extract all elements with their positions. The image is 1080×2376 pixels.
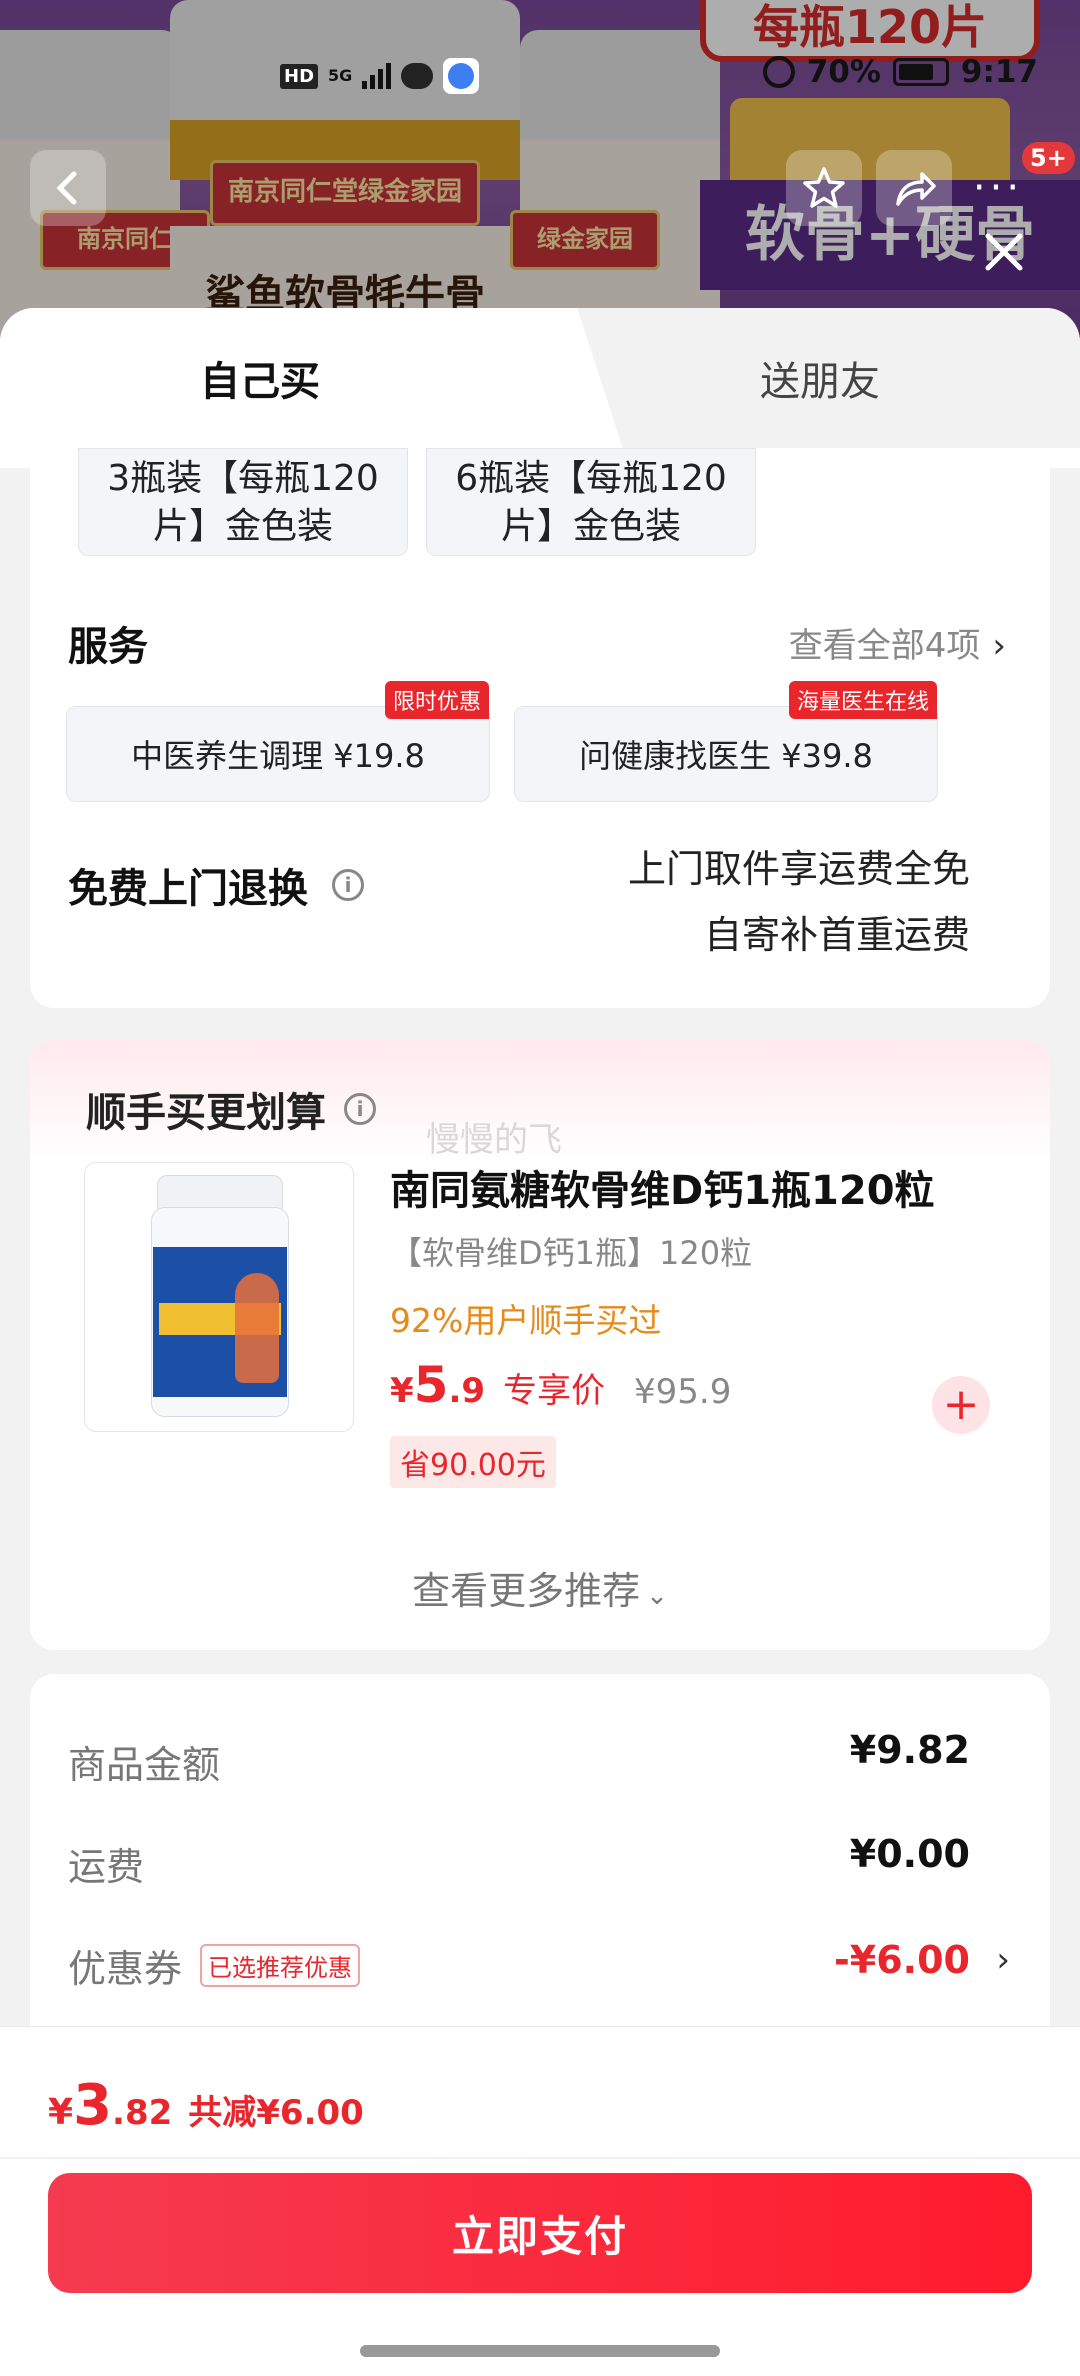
shipping-label: 运费 [68,1845,145,1889]
bought-together-rate: 92%用户顺手买过 [390,1301,662,1340]
service-label: 问健康找医生 ¥39.8 [579,737,873,775]
home-indicator[interactable] [360,2345,720,2357]
chevron-down-icon: ⌄ [646,1581,668,1611]
checkout-bar: ¥ 3 .82 共减¥6.00 立即支付 [0,2026,1080,2376]
network-5g-icon: 5G [328,66,353,85]
service-ask-doctor[interactable]: 问健康找医生 ¥39.8 海量医生在线 [514,681,938,802]
product-spec: 【软骨维D钙1瓶】120粒 [390,1234,753,1272]
hd-icon: HD [280,63,319,89]
spec-option-label: 6瓶装【每瓶120 [455,458,727,499]
notification-badge: 5+ [1022,142,1075,174]
star-icon [803,167,845,208]
service-tcm-wellness[interactable]: 中医养生调理 ¥19.8 限时优惠 [66,681,490,802]
coupon-value[interactable]: -¥6.00 [834,1938,970,1982]
plus-icon: + [942,1379,980,1430]
original-price: ¥95.9 [634,1372,732,1412]
total-saved: 共减¥6.00 [188,2093,364,2133]
exclusive-price: ¥ 5 .9 专享价 [390,1356,605,1414]
app-notification-icon [443,58,480,94]
buy-mode-tabs: 自己买 送朋友 [0,308,1080,448]
back-arrow-icon [56,171,77,205]
total-integer: 3 [73,2073,113,2138]
close-sheet-button[interactable] [974,222,1034,282]
total-price: ¥ 3 .82 共减¥6.00 [48,2073,364,2138]
recommendation-title: 顺手买更划算 i [86,1080,376,1138]
product-thumbnail[interactable] [84,1162,354,1432]
message-icon [401,63,434,89]
goods-amount-label: 商品金额 [68,1743,221,1787]
service-tag: 限时优惠 [384,681,489,719]
options-card: 3瓶装【每瓶120 片】金色装 6瓶装【每瓶120 片】金色装 服务 查看全部4… [30,448,1050,1008]
add-product-button[interactable]: + [932,1376,990,1434]
favorite-button[interactable] [786,150,862,226]
bottle-cap [157,1175,283,1209]
price-tag: 专享价 [503,1371,606,1411]
tab-send-to-friend[interactable]: 送朋友 [560,308,1080,448]
more-dots-icon: ··· [972,165,1024,211]
price-decimal: .9 [448,1371,486,1411]
spec-option-6-bottles[interactable]: 6瓶装【每瓶120 片】金色装 [426,448,756,556]
clock: 9:17 [960,54,1038,90]
recommendation-card: 顺手买更划算 i 慢慢的飞 南同氨糖软骨维D钙1瓶120粒 【软骨维D钙1瓶】1… [30,1040,1050,1650]
spec-option-label: 3瓶装【每瓶120 [107,458,379,499]
share-button[interactable] [876,150,952,226]
battery-percent: 70% [806,54,881,90]
coupon-row[interactable]: 优惠券 已选推荐优惠 [68,1938,361,1993]
free-return-line: 自寄补首重运费 [703,913,970,957]
product-name[interactable]: 南同氨糖软骨维D钙1瓶120粒 [390,1158,935,1216]
chevron-right-icon[interactable]: › [996,1940,1010,1980]
status-bar: HD 5G 70% 9:17 [0,48,1080,100]
services-see-all[interactable]: 查看全部4项 › [789,618,1006,667]
see-more-recommendations[interactable]: 查看更多推荐 ⌄ [30,1560,1050,1615]
services-see-all-label: 查看全部4项 [788,626,981,666]
spec-option-3-bottles[interactable]: 3瓶装【每瓶120 片】金色装 [78,448,408,556]
bottle-figure [235,1273,279,1383]
see-more-label: 查看更多推荐 [412,1569,641,1613]
pay-now-button[interactable]: 立即支付 [48,2173,1032,2293]
info-icon[interactable]: i [332,869,364,901]
service-label: 中医养生调理 ¥19.8 [131,737,425,775]
info-icon[interactable]: i [344,1093,376,1125]
price-currency: ¥ [390,1371,414,1411]
recommendation-title-label: 顺手买更划算 [86,1090,326,1136]
savings-badge: 省90.00元 [390,1436,556,1488]
free-return-label: 免费上门退换 [68,866,308,912]
back-button[interactable] [30,150,106,226]
total-currency: ¥ [48,2092,74,2133]
total-decimal: .82 [112,2093,173,2133]
free-return-description: 上门取件享运费全免 自寄补首重运费 [628,836,970,968]
spec-option-label: 片】金色装 [500,506,681,547]
tab-buy-for-self[interactable]: 自己买 [0,308,560,448]
free-return-title: 免费上门退换 i [68,856,364,914]
close-icon [985,233,1023,271]
divider [0,2157,1080,2159]
watermark: 慢慢的飞 [426,1120,562,1160]
price-integer: 5 [413,1356,449,1414]
share-icon [896,172,936,206]
service-tag: 海量医生在线 [788,681,937,719]
order-summary-card: 商品金额 ¥9.82 运费 ¥0.00 优惠券 已选推荐优惠 -¥6.00 › [30,1674,1050,2074]
goods-amount-value: ¥9.82 [849,1728,970,1772]
coupon-label: 优惠券 [68,1947,183,1991]
spec-option-label: 片】金色装 [152,506,333,547]
shipping-value: ¥0.00 [849,1832,970,1876]
free-return-line: 上门取件享运费全免 [627,847,970,891]
services-title: 服务 [68,624,148,670]
chevron-right-icon: › [992,626,1006,666]
alarm-icon [762,56,795,88]
signal-icon [362,63,392,89]
coupon-tag: 已选推荐优惠 [200,1944,361,1987]
battery-icon [892,58,949,86]
